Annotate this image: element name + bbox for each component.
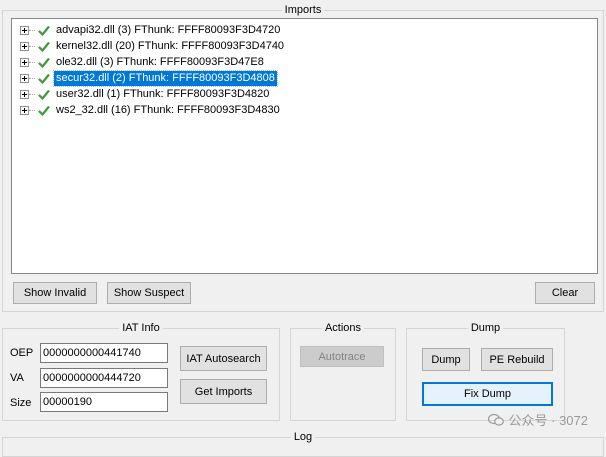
autotrace-button[interactable]: Autotrace — [300, 346, 384, 367]
check-icon — [38, 73, 50, 85]
watermark: 公众号 · 3072 — [487, 410, 588, 429]
check-icon — [38, 57, 50, 69]
watermark-text: 公众号 · 3072 — [508, 413, 588, 428]
tree-item-label[interactable]: ole32.dll (3) FThunk: FFFF80093F3D47E8 — [54, 55, 266, 70]
dump-title: Dump — [467, 322, 504, 334]
check-icon — [38, 41, 50, 53]
expand-icon[interactable] — [20, 42, 29, 51]
tree-item-label-selected[interactable]: secur32.dll (2) FThunk: FFFF80093F3D4808 — [53, 70, 278, 87]
expand-icon[interactable] — [20, 26, 29, 35]
dump-button[interactable]: Dump — [422, 348, 470, 371]
tree-item-label[interactable]: kernel32.dll (20) FThunk: FFFF80093F3D47… — [54, 39, 286, 54]
show-invalid-button[interactable]: Show Invalid — [13, 282, 97, 304]
log-group: Log — [2, 431, 604, 457]
va-label: VA — [10, 372, 24, 384]
log-title: Log — [290, 431, 316, 443]
size-input[interactable] — [40, 392, 168, 412]
actions-title: Actions — [321, 322, 365, 334]
iat-autosearch-button[interactable]: IAT Autosearch — [180, 346, 267, 371]
imports-tree[interactable]: advapi32.dll (3) FThunk: FFFF80093F3D472… — [11, 18, 598, 274]
oep-label: OEP — [10, 347, 34, 359]
check-icon — [38, 89, 50, 101]
fix-dump-button[interactable]: Fix Dump — [422, 382, 553, 406]
imports-title: Imports — [281, 4, 325, 16]
wechat-icon — [487, 413, 504, 426]
expand-icon[interactable] — [20, 74, 29, 83]
actions-group: Actions — [290, 322, 396, 421]
show-suspect-button[interactable]: Show Suspect — [107, 282, 191, 304]
expand-icon[interactable] — [20, 90, 29, 99]
clear-button[interactable]: Clear — [535, 282, 595, 304]
size-label: Size — [10, 397, 32, 409]
tree-item-label[interactable]: ws2_32.dll (16) FThunk: FFFF80093F3D4830 — [54, 103, 282, 118]
expand-icon[interactable] — [20, 106, 29, 115]
iat-info-title: IAT Info — [119, 322, 163, 334]
check-icon — [38, 105, 50, 117]
check-icon — [38, 25, 50, 37]
tree-item-label[interactable]: user32.dll (1) FThunk: FFFF80093F3D4820 — [54, 87, 271, 102]
tree-item-label[interactable]: advapi32.dll (3) FThunk: FFFF80093F3D472… — [54, 23, 282, 38]
expand-icon[interactable] — [20, 58, 29, 67]
pe-rebuild-button[interactable]: PE Rebuild — [481, 348, 553, 371]
get-imports-button[interactable]: Get Imports — [180, 379, 267, 404]
dump-group: Dump — [406, 322, 565, 421]
oep-input[interactable] — [40, 343, 168, 363]
va-input[interactable] — [40, 368, 168, 388]
